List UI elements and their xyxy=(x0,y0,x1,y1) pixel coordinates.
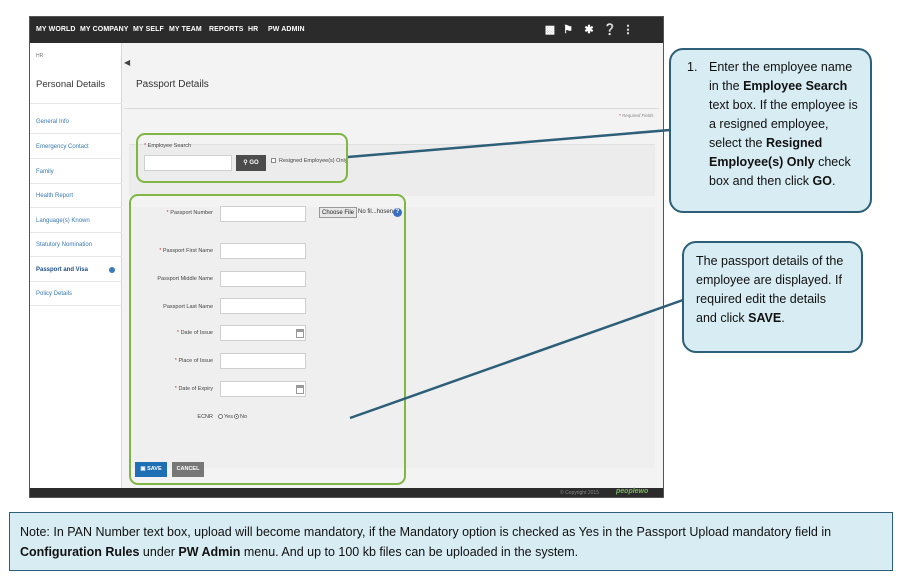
sidebar-divider xyxy=(30,207,122,208)
search-highlight xyxy=(136,133,348,183)
book-icon[interactable]: ▩ xyxy=(544,17,556,43)
required-fields-note: * Required Fields xyxy=(619,113,654,118)
active-indicator-icon xyxy=(109,267,115,273)
sidebar-title: Personal Details xyxy=(36,79,106,90)
callout-step-2: The passport details of the employee are… xyxy=(682,241,863,353)
nav-my-company[interactable]: MY COMPANY xyxy=(80,17,129,43)
form-highlight xyxy=(129,194,406,485)
nav-pw-admin[interactable]: PW ADMIN xyxy=(268,17,305,43)
share-icon[interactable]: ⋮ xyxy=(622,17,634,43)
nav-my-world[interactable]: MY WORLD xyxy=(36,17,76,43)
brand-logo: peoplewo xyxy=(616,488,649,495)
sidebar-item-policy-details[interactable]: Policy Details xyxy=(36,291,72,297)
sidebar: HR Personal Details General Info Emergen… xyxy=(30,43,122,488)
sidebar-item-general-info[interactable]: General Info xyxy=(36,119,69,125)
note-box: Note: In PAN Number text box, upload wil… xyxy=(9,512,893,571)
flag-icon[interactable]: ⚑ xyxy=(562,17,574,43)
nav-reports[interactable]: REPORTS xyxy=(209,17,244,43)
sidebar-divider xyxy=(30,305,122,306)
title-divider xyxy=(124,108,659,109)
callout1-text: Enter the employee name in the Employee … xyxy=(709,60,858,188)
sidebar-divider xyxy=(30,133,122,134)
sidebar-item-health-report[interactable]: Health Report xyxy=(36,193,73,199)
sidebar-divider xyxy=(30,103,122,104)
callout-step-1: 1. Enter the employee name in the Employ… xyxy=(669,48,872,213)
sidebar-breadcrumb: HR xyxy=(36,53,44,59)
page-title: Passport Details xyxy=(136,79,209,90)
nav-my-self[interactable]: MY SELF xyxy=(133,17,164,43)
copyright-text: © Copyright 2015 xyxy=(560,490,599,496)
sidebar-divider xyxy=(30,256,122,257)
sidebar-divider xyxy=(30,232,122,233)
sidebar-item-emergency-contact[interactable]: Emergency Contact xyxy=(36,144,89,150)
sidebar-divider xyxy=(30,281,122,282)
help-circle-icon[interactable]: ❔ xyxy=(603,17,617,43)
sidebar-item-statutory-nomination[interactable]: Statutory Nomination xyxy=(36,242,92,248)
nav-hr[interactable]: HR xyxy=(248,17,258,43)
sidebar-item-family[interactable]: Family xyxy=(36,169,54,175)
sidebar-item-languages-known[interactable]: Language(s) Known xyxy=(36,218,90,224)
screenshot-stage: MY WORLD MY COMPANY MY SELF MY TEAM REPO… xyxy=(0,0,914,578)
sidebar-divider xyxy=(30,158,122,159)
sidebar-divider xyxy=(30,183,122,184)
tools-icon[interactable]: ✱ xyxy=(583,17,595,43)
top-nav-bar: MY WORLD MY COMPANY MY SELF MY TEAM REPO… xyxy=(30,17,663,43)
nav-my-team[interactable]: MY TEAM xyxy=(169,17,202,43)
callout1-number: 1. xyxy=(687,60,698,74)
sidebar-item-passport-and-visa[interactable]: Passport and Visa xyxy=(36,267,88,273)
